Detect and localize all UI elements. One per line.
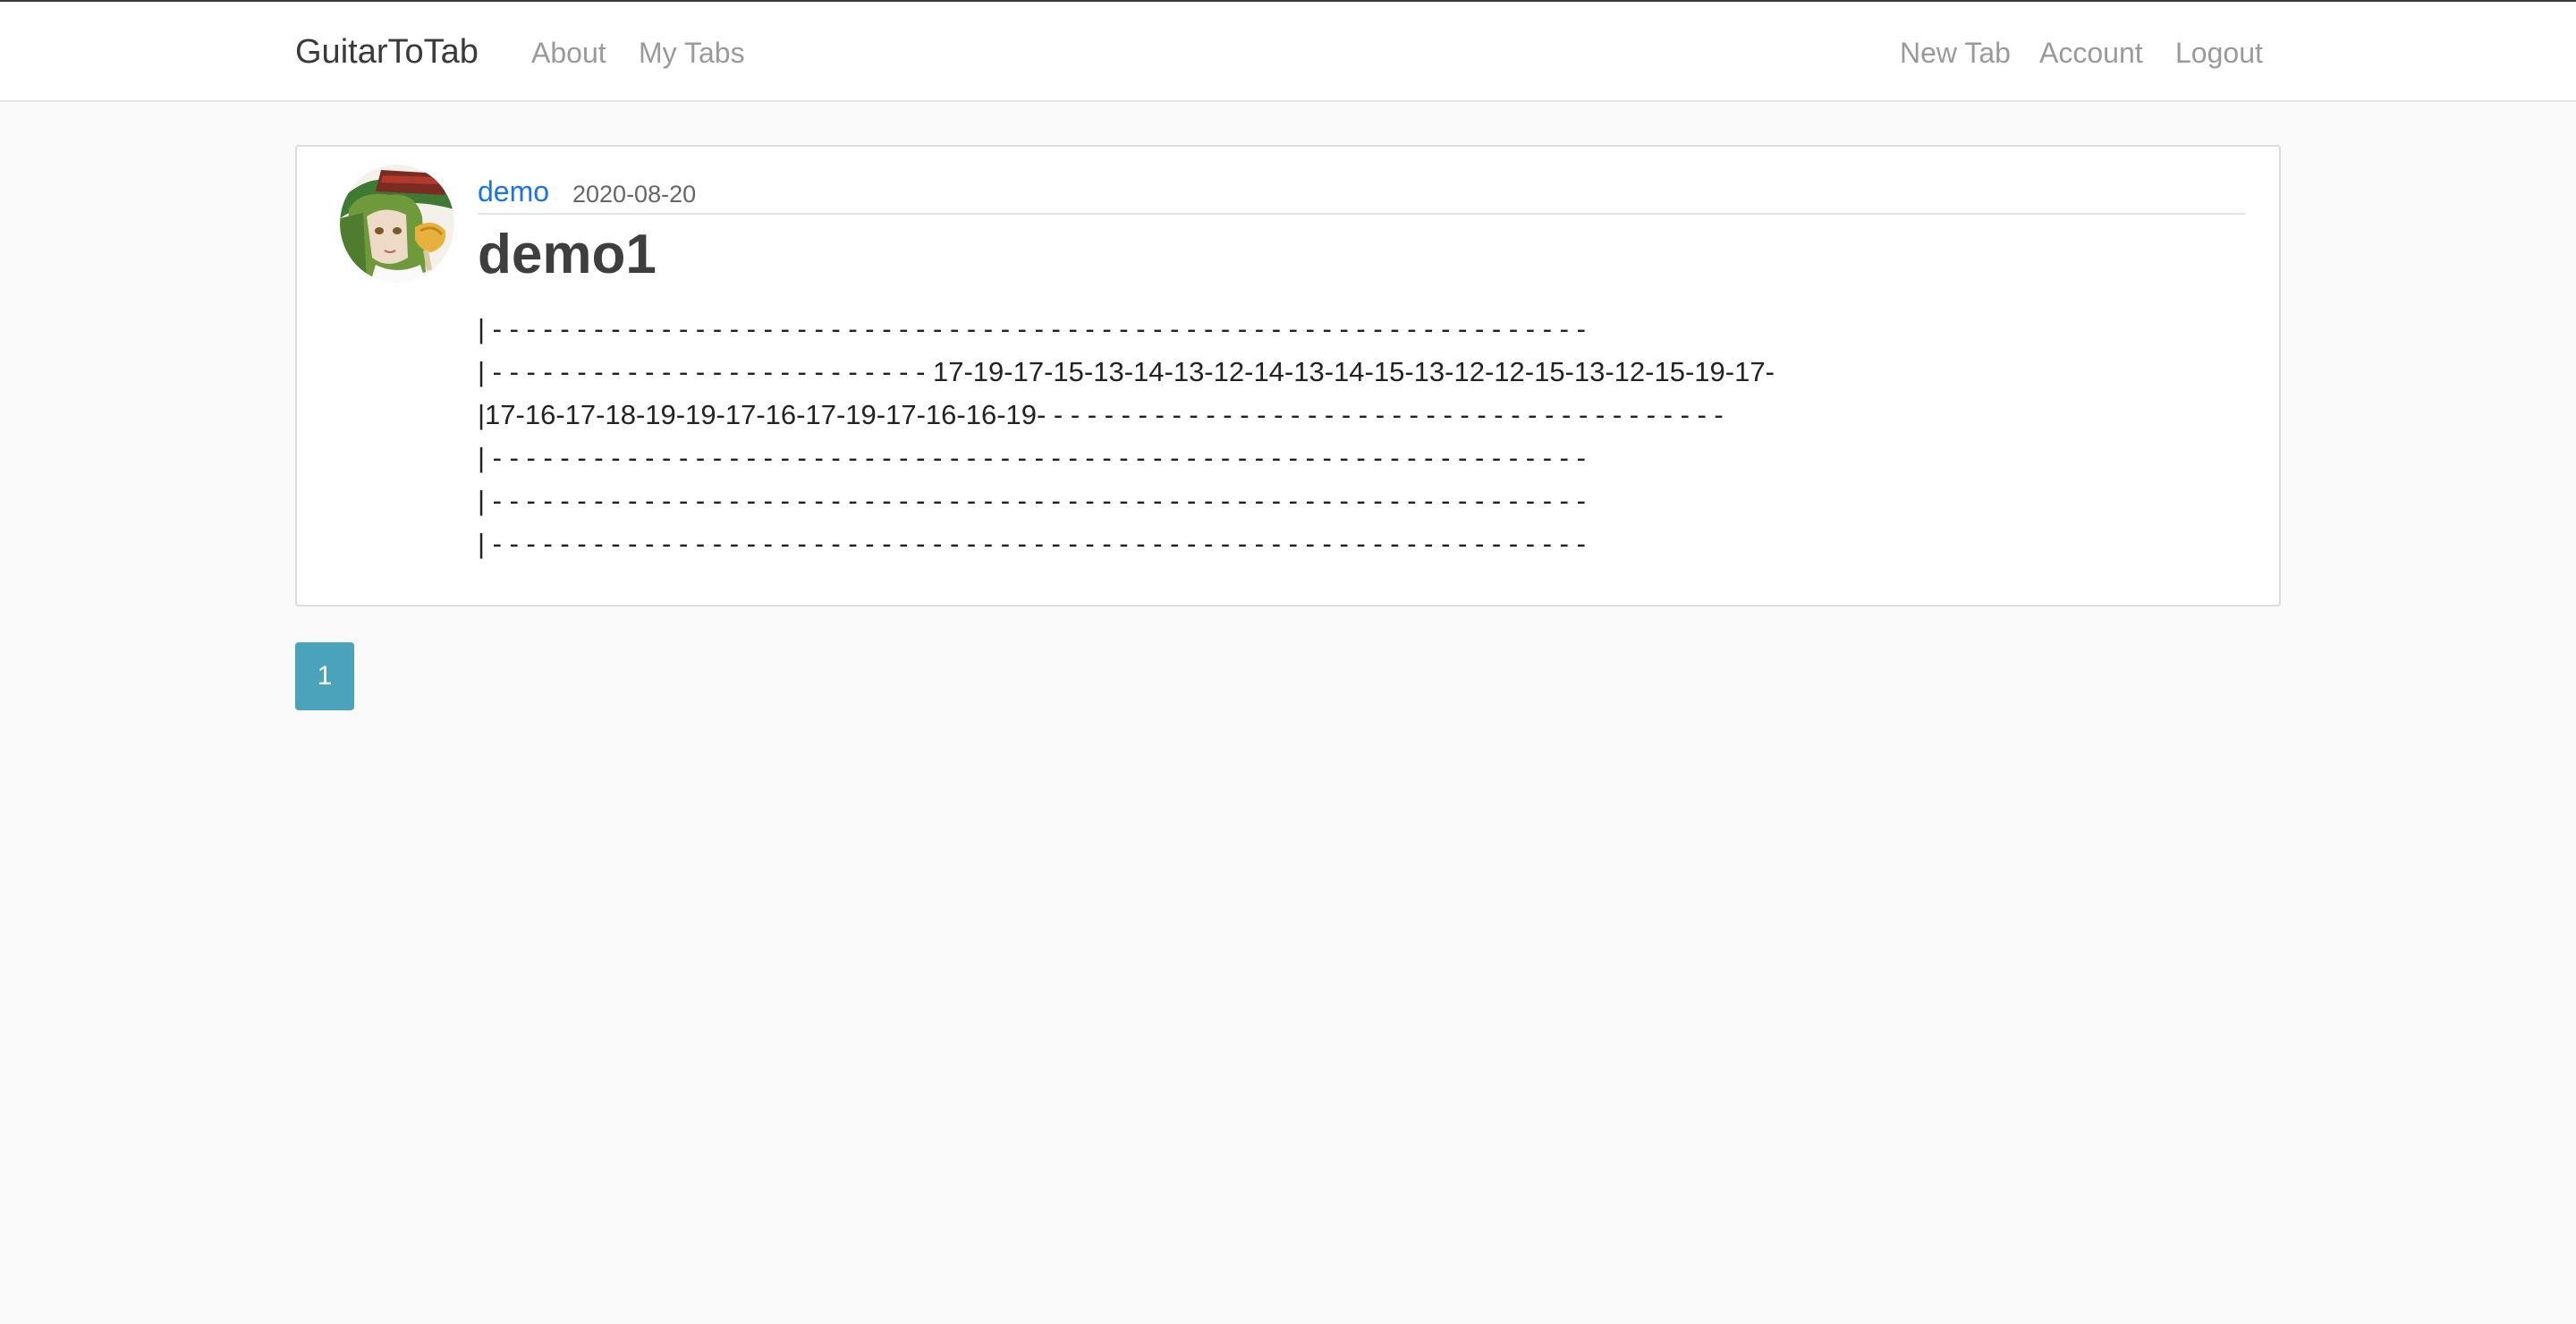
nav-link-about[interactable]: About	[531, 34, 606, 72]
post-date: 2020-08-20	[572, 181, 697, 208]
post-meta: demo 2020-08-20	[478, 165, 2245, 215]
tab-line: |17-16-17-18-19-19-17-16-17-19-17-16-16-…	[478, 399, 1724, 430]
tab-title[interactable]: demo1	[478, 222, 657, 288]
brand-link[interactable]: GuitarToTab	[295, 30, 479, 73]
tab-notation: | - - - - - - - - - - - - - - - - - - - …	[478, 308, 1775, 565]
nav-link-new-tab[interactable]: New Tab	[1900, 34, 2011, 72]
author-link[interactable]: demo	[478, 174, 549, 209]
top-navbar: GuitarToTab About My Tabs New Tab Accoun…	[0, 0, 2576, 102]
nav-link-logout[interactable]: Logout	[2175, 34, 2263, 72]
tab-line: | - - - - - - - - - - - - - - - - - - - …	[478, 356, 1775, 387]
nav-link-account[interactable]: Account	[2039, 34, 2143, 72]
tab-line: | - - - - - - - - - - - - - - - - - - - …	[478, 313, 1586, 344]
tab-post-card: demo 2020-08-20 demo1 | - - - - - - - - …	[295, 145, 2281, 607]
tab-line: | - - - - - - - - - - - - - - - - - - - …	[478, 528, 1586, 559]
tab-line: | - - - - - - - - - - - - - - - - - - - …	[478, 485, 1586, 516]
avatar-image	[340, 165, 454, 283]
tab-line: | - - - - - - - - - - - - - - - - - - - …	[478, 442, 1586, 473]
avatar[interactable]	[340, 165, 454, 283]
pagination-page-button[interactable]: 1	[295, 642, 354, 710]
nav-link-my-tabs[interactable]: My Tabs	[639, 34, 745, 72]
